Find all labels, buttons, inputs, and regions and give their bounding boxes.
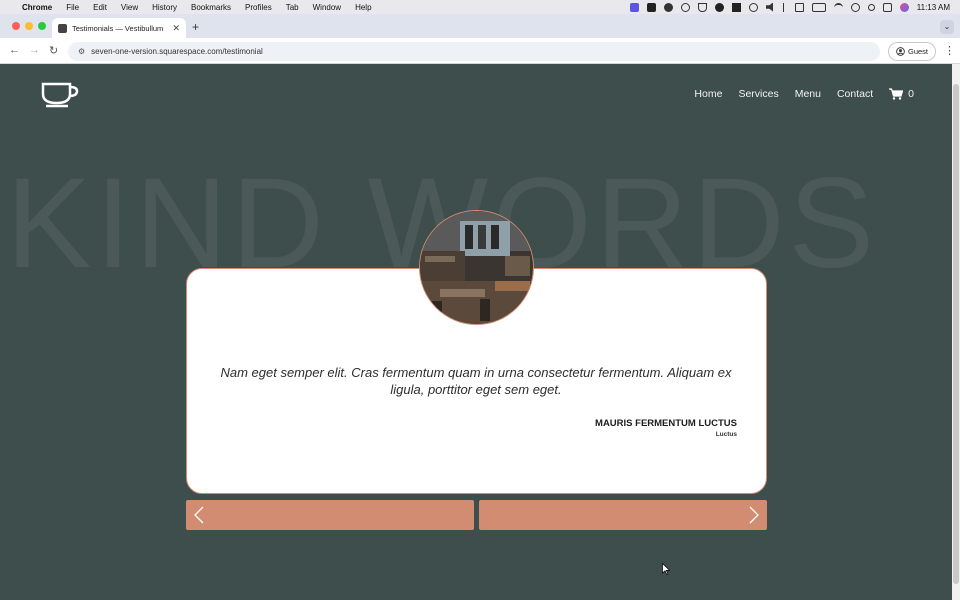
grammarly-icon[interactable] — [646, 2, 656, 12]
close-window-button[interactable] — [12, 22, 20, 30]
volume-icon[interactable] — [765, 2, 773, 12]
menu-file[interactable]: File — [66, 3, 79, 12]
control-center-icon[interactable] — [882, 2, 892, 12]
testimonial-role: Luctus — [715, 431, 737, 438]
shield-icon[interactable] — [697, 2, 707, 12]
close-tab-icon[interactable]: ✕ — [172, 23, 180, 34]
nav-menu[interactable]: Menu — [795, 88, 821, 100]
menu-app-name[interactable]: Chrome — [22, 3, 52, 12]
extension-icon[interactable] — [663, 2, 673, 12]
back-button[interactable]: ← — [9, 44, 20, 56]
previous-testimonial-button[interactable] — [186, 500, 474, 530]
tab-title: Testimonials — Vestibullum — [72, 23, 164, 33]
spotlight-search-icon[interactable] — [867, 3, 875, 11]
scrollbar-thumb[interactable] — [953, 84, 959, 584]
profile-label: Guest — [907, 47, 928, 56]
battery-icon[interactable] — [811, 2, 826, 12]
settings-gear-icon[interactable] — [680, 2, 690, 12]
profile-button[interactable]: Guest — [888, 42, 936, 61]
clock[interactable]: 11:13 AM — [917, 3, 950, 12]
cart-link[interactable]: 0 — [889, 88, 914, 100]
keyboard-icon[interactable] — [794, 2, 804, 12]
nav-contact[interactable]: Contact — [837, 88, 873, 100]
siri-icon[interactable] — [899, 2, 909, 12]
testimonial-photo — [419, 210, 534, 325]
menu-tab[interactable]: Tab — [286, 3, 299, 12]
cart-count: 0 — [908, 88, 914, 100]
browser-toolbar: ← → ↻ ⚙ seven-one-version.squarespace.co… — [0, 38, 960, 64]
nav-services[interactable]: Services — [738, 88, 778, 100]
site-nav: Home Services Menu Contact 0 — [694, 88, 914, 100]
menu-history[interactable]: History — [152, 3, 177, 12]
new-tab-button[interactable]: + — [192, 20, 199, 34]
browser-menu-icon[interactable]: ⋮ — [944, 44, 955, 57]
page-scrollbar[interactable] — [952, 64, 960, 600]
mouse-cursor-icon — [662, 563, 670, 575]
grid-app-icon[interactable] — [731, 2, 741, 12]
menu-view[interactable]: View — [121, 3, 138, 12]
forward-button[interactable]: → — [29, 44, 40, 56]
zoom-window-button[interactable] — [38, 22, 46, 30]
testimonial-author: MAURIS FERMENTUM LUCTUS — [595, 418, 737, 429]
cafe-interior-image — [420, 211, 533, 324]
reload-button[interactable]: ↻ — [49, 44, 58, 57]
menu-window[interactable]: Window — [313, 3, 341, 12]
address-bar[interactable]: ⚙ seven-one-version.squarespace.com/test… — [68, 42, 880, 61]
site-favicon-icon — [58, 23, 67, 33]
chevron-right-icon — [749, 506, 759, 524]
wifi-icon[interactable] — [833, 2, 843, 12]
screen-share-icon[interactable] — [629, 2, 639, 12]
bluetooth-icon[interactable] — [782, 2, 787, 12]
next-testimonial-button[interactable] — [479, 500, 767, 530]
chevron-left-icon — [194, 506, 204, 524]
profile-avatar-icon — [896, 47, 905, 56]
nav-home[interactable]: Home — [694, 88, 722, 100]
moon-icon[interactable] — [714, 2, 724, 12]
status-area: 11:13 AM — [629, 0, 950, 14]
macos-menu-bar: Chrome File Edit View History Bookmarks … — [0, 0, 960, 14]
minimize-window-button[interactable] — [25, 22, 33, 30]
menu-bookmarks[interactable]: Bookmarks — [191, 3, 231, 12]
browser-tab[interactable]: Testimonials — Vestibullum ✕ — [52, 18, 186, 38]
menu-edit[interactable]: Edit — [93, 3, 107, 12]
web-page: Home Services Menu Contact 0 KIND WORDS … — [0, 64, 952, 600]
site-info-icon[interactable]: ⚙ — [78, 47, 85, 56]
play-icon[interactable] — [748, 2, 758, 12]
menu-help[interactable]: Help — [355, 3, 371, 12]
coffee-cup-icon[interactable] — [40, 80, 80, 108]
menu-profiles[interactable]: Profiles — [245, 3, 272, 12]
user-account-icon[interactable] — [850, 2, 860, 12]
testimonial-quote: Nam eget semper elit. Cras fermentum qua… — [220, 365, 732, 397]
tab-strip: Testimonials — Vestibullum ✕ + ⌄ — [0, 14, 960, 38]
tab-search-button[interactable]: ⌄ — [940, 20, 954, 34]
shopping-cart-icon — [889, 88, 904, 100]
url-text: seven-one-version.squarespace.com/testim… — [91, 47, 263, 56]
